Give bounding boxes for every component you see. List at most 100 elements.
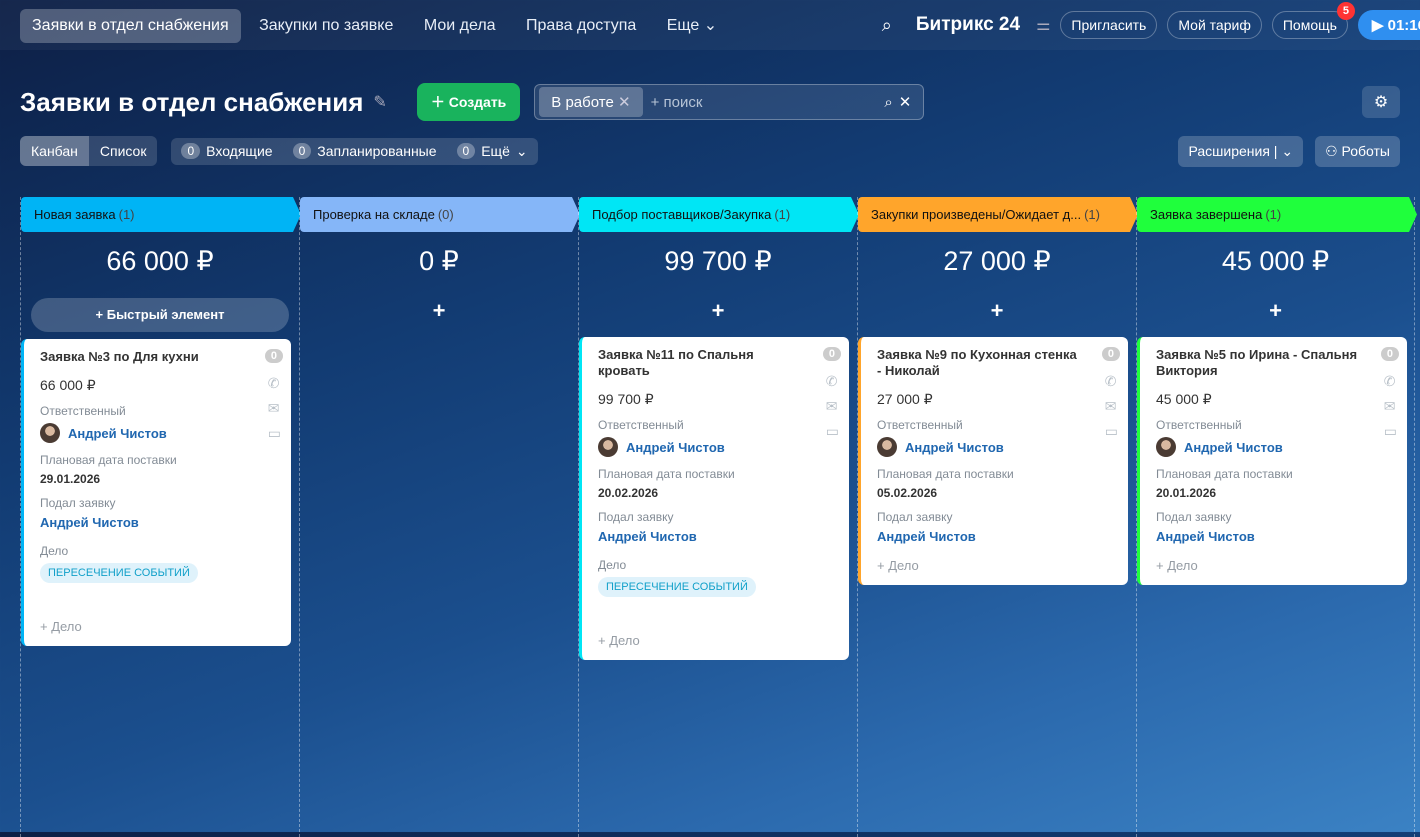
robot-icon: ⚇ [1325, 142, 1342, 159]
counter-more[interactable]: Ещё [481, 143, 510, 159]
kanban-column: Заявка завершена (1) 45 000 ₽ + Заявка №5 по… [1136, 197, 1415, 837]
add-activity-button[interactable]: + Дело [1156, 558, 1391, 573]
invite-button[interactable]: Пригласить [1060, 11, 1158, 39]
top-bar: Заявки в отдел снабжения Закупки по заяв… [0, 0, 1420, 50]
responsible-user: Андрей Чистов [1156, 437, 1391, 457]
pin-icon[interactable]: ✎ [373, 92, 386, 112]
column-sum: 66 000 ₽ [106, 246, 214, 276]
responsible-label: Ответственный [877, 418, 963, 432]
chat-icon[interactable]: ▭ [826, 423, 839, 440]
nav-purchases[interactable]: Закупки по заявке [247, 9, 405, 43]
planned-count: 0 [292, 143, 312, 159]
nav-more[interactable]: Еще ⌄ [655, 7, 729, 43]
chat-icon[interactable]: ▭ [1384, 423, 1397, 440]
responsible-name[interactable]: Андрей Чистов [68, 426, 167, 441]
timer-button[interactable]: ▶ 01:16 [1357, 10, 1420, 40]
add-activity-button[interactable]: + Дело [598, 633, 833, 648]
submitter-name[interactable]: Андрей Чистов [598, 529, 833, 544]
add-item-button[interactable]: + [1137, 298, 1414, 328]
kanban-column: Новая заявка (1) 66 000 ₽ + Быстрый элемент… [20, 197, 299, 837]
search-icon[interactable]: ⌕ [884, 94, 892, 111]
submitter-label: Подал заявку [40, 496, 116, 510]
nav-more-label: Еще [666, 17, 700, 34]
add-activity-button[interactable]: + Дело [40, 619, 275, 634]
settings-sliders-icon[interactable]: ⚌ [1036, 15, 1050, 35]
search-filter[interactable]: В работе ✕ + поиск ⌕ ✕ [534, 84, 925, 120]
responsible-name[interactable]: Андрей Чистов [626, 440, 725, 455]
mail-icon[interactable]: ✉ [1105, 398, 1118, 415]
incoming-count: 0 [181, 143, 201, 159]
close-icon[interactable]: ✕ [618, 94, 631, 111]
deal-card[interactable]: Заявка №9 по Кухонная стенка - Николай 0 ✆… [858, 337, 1128, 585]
submitter-name[interactable]: Андрей Чистов [877, 529, 1112, 544]
robots-button[interactable]: ⚇ Роботы [1315, 135, 1400, 167]
clear-icon[interactable]: ✕ [899, 93, 912, 111]
submitter-name[interactable]: Андрей Чистов [1156, 529, 1391, 544]
kanban-column: Проверка на складе (0) 0 ₽ + [299, 197, 578, 837]
tariff-button[interactable]: Мой тариф [1167, 11, 1262, 39]
card-title[interactable]: Заявка №9 по Кухонная стенка - Николай [877, 347, 1082, 379]
add-activity-button[interactable]: + Дело [877, 558, 1112, 573]
chat-icon[interactable]: ▭ [1105, 423, 1118, 440]
card-title[interactable]: Заявка №5 по Ирина - Спальня Виктория [1156, 347, 1361, 379]
quick-element-label: Быстрый элемент [106, 307, 225, 322]
column-header[interactable]: Проверка на складе (0) [300, 197, 580, 232]
help-label: Помощь [1282, 17, 1337, 33]
tab-kanban[interactable]: Канбан [20, 136, 89, 166]
column-count: (1) [118, 207, 135, 222]
planned-date: 05.02.2026 [877, 486, 938, 500]
responsible-label: Ответственный [1156, 418, 1242, 432]
responsible-name[interactable]: Андрей Чистов [905, 440, 1004, 455]
column-sum: 27 000 ₽ [943, 246, 1051, 276]
nav-requests[interactable]: Заявки в отдел снабжения [20, 9, 241, 43]
add-item-button[interactable]: + [579, 298, 857, 328]
quick-element-button[interactable]: + Быстрый элемент [31, 298, 289, 332]
phone-icon[interactable]: ✆ [1105, 373, 1118, 390]
card-actions: ✆ ✉ ▭ [1105, 373, 1118, 440]
nav-access-rights[interactable]: Права доступа [514, 9, 648, 43]
submitter-name[interactable]: Андрей Чистов [40, 515, 275, 530]
avatar [598, 437, 618, 457]
mail-icon[interactable]: ✉ [268, 400, 281, 417]
column-header[interactable]: Закупки произведены/Ожидает д... (1) [858, 197, 1138, 232]
responsible-label: Ответственный [598, 418, 684, 432]
activity-tag[interactable]: ПЕРЕСЕЧЕНИЕ СОБЫТИЙ [40, 563, 198, 583]
responsible-label: Ответственный [40, 404, 126, 418]
filter-chip[interactable]: В работе ✕ [539, 87, 643, 117]
add-item-button[interactable]: + [858, 298, 1136, 328]
mail-icon[interactable]: ✉ [1384, 398, 1397, 415]
responsible-name[interactable]: Андрей Чистов [1184, 440, 1283, 455]
column-sum: 0 ₽ [419, 246, 459, 276]
chat-icon[interactable]: ▭ [268, 425, 281, 442]
planned-date: 29.01.2026 [40, 472, 101, 486]
responsible-user: Андрей Чистов [877, 437, 1112, 457]
search-icon[interactable]: ⌕ [882, 15, 892, 36]
card-title[interactable]: Заявка №3 по Для кухни [40, 349, 245, 365]
activity-tag[interactable]: ПЕРЕСЕЧЕНИЕ СОБЫТИЙ [598, 577, 756, 597]
nav-my-tasks[interactable]: Мои дела [412, 9, 508, 43]
counter-incoming[interactable]: Входящие [206, 143, 272, 159]
column-header[interactable]: Новая заявка (1) [21, 197, 301, 232]
add-item-button[interactable]: + [300, 298, 578, 328]
search-input[interactable]: + поиск [651, 94, 885, 111]
deal-card[interactable]: Заявка №3 по Для кухни 0 ✆ ✉ ▭ 66 000 ₽ Ответс… [21, 339, 291, 646]
planned-date-label: Плановая дата поставки [1156, 467, 1293, 481]
help-badge: 5 [1336, 2, 1355, 20]
extensions-button[interactable]: Расширения | ⌄ [1178, 135, 1304, 167]
deal-card[interactable]: Заявка №11 по Спальня кровать 0 ✆ ✉ ▭ 99 700 … [579, 337, 849, 660]
bitrix-logo: Битрикс 24 [915, 14, 1021, 35]
gear-icon[interactable]: ⚙ [1362, 86, 1400, 118]
phone-icon[interactable]: ✆ [1384, 373, 1397, 390]
chevron-down-icon[interactable]: ⌄ [516, 143, 528, 160]
counter-planned[interactable]: Запланированные [317, 143, 436, 159]
phone-icon[interactable]: ✆ [268, 375, 281, 392]
create-button[interactable]: ＋ Создать [416, 83, 521, 121]
card-title[interactable]: Заявка №11 по Спальня кровать [598, 347, 803, 379]
phone-icon[interactable]: ✆ [826, 373, 839, 390]
help-button[interactable]: Помощь 5 [1271, 2, 1355, 39]
column-header[interactable]: Заявка завершена (1) [1137, 197, 1417, 232]
column-header[interactable]: Подбор поставщиков/Закупка (1) [579, 197, 859, 232]
deal-card[interactable]: Заявка №5 по Ирина - Спальня Виктория 0 ✆ ✉… [1137, 337, 1407, 585]
mail-icon[interactable]: ✉ [826, 398, 839, 415]
tab-list[interactable]: Список [89, 136, 158, 166]
